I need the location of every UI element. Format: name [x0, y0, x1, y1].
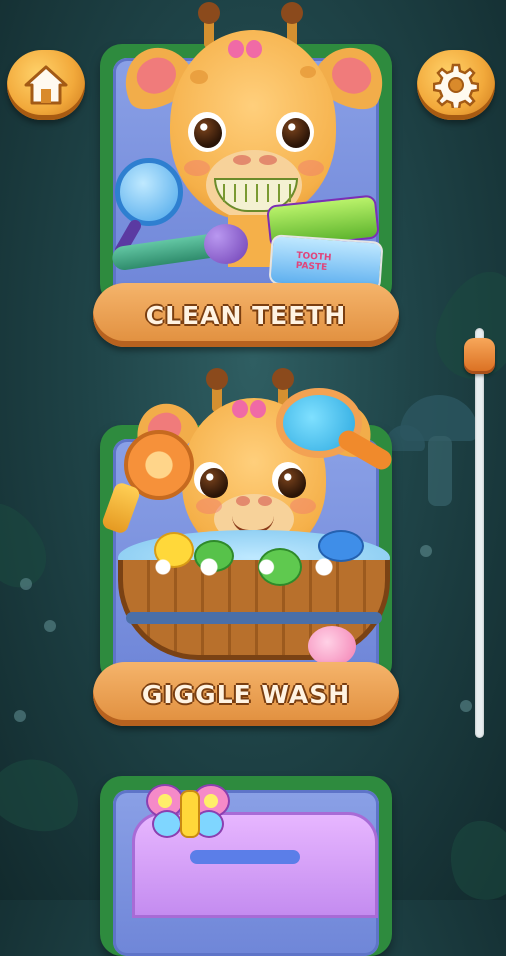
diaper-band — [190, 850, 300, 864]
background-leaf — [0, 749, 88, 841]
background-leaf — [438, 810, 506, 910]
clean-teeth-label: CLEAN TEETH — [145, 300, 347, 330]
giggle-wash-label: GIGGLE WASH — [141, 679, 351, 709]
grape-icon — [204, 224, 248, 264]
settings-button[interactable] — [417, 50, 495, 120]
magnifier-icon — [115, 158, 183, 226]
background-mushroom-stem — [428, 436, 452, 506]
butterfly-icon — [146, 780, 230, 840]
soap-icon — [308, 626, 356, 666]
scroll-thumb[interactable] — [464, 338, 495, 374]
background-flower — [20, 578, 32, 590]
bubbles — [140, 556, 370, 578]
gear-icon — [433, 63, 479, 108]
clean-teeth-button[interactable]: CLEAN TEETH — [93, 283, 399, 347]
giggle-wash-button[interactable]: GIGGLE WASH — [93, 662, 399, 726]
pink-bow — [232, 400, 266, 418]
bathtub-band — [126, 612, 382, 624]
scroll-track[interactable] — [475, 328, 484, 738]
background-flower — [44, 620, 56, 632]
home-button[interactable] — [7, 50, 85, 120]
background-leaf — [423, 259, 506, 391]
background-flower — [460, 700, 472, 712]
background-flower — [14, 710, 26, 722]
background-flower — [420, 545, 432, 557]
home-icon — [24, 65, 68, 105]
